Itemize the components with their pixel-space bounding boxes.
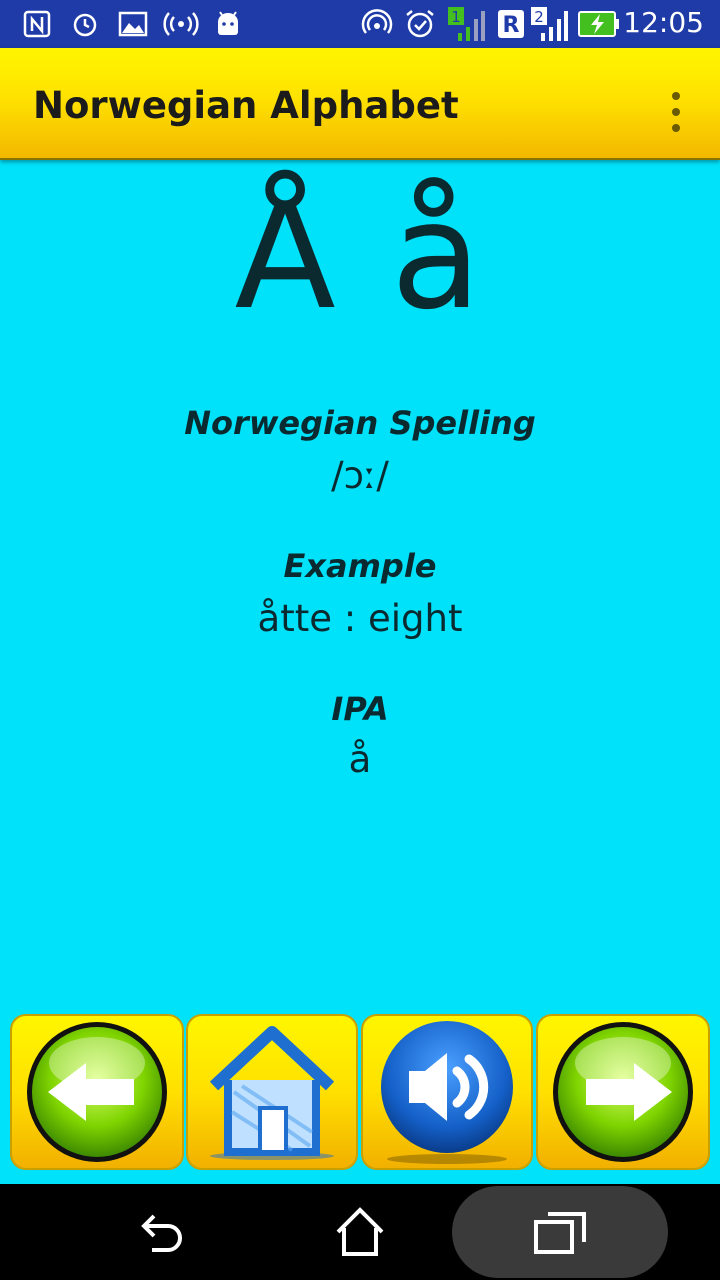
- hotspot-icon: [162, 8, 200, 40]
- home-nav-icon[interactable]: [332, 1204, 388, 1260]
- back-icon[interactable]: [132, 1204, 188, 1260]
- example-value: åtte : eight: [257, 597, 463, 640]
- nfc-ring-icon: [360, 8, 394, 40]
- sim1-label: 1: [451, 8, 461, 26]
- speaker-icon: [381, 1021, 513, 1164]
- example-label: Example: [283, 547, 437, 585]
- page-title: Norwegian Alphabet: [33, 84, 459, 127]
- clock: 12:05: [623, 6, 704, 39]
- status-bar: 1 R 2 12:05: [0, 0, 720, 48]
- alarm-clock-icon: [68, 8, 102, 40]
- sim2-label: 2: [534, 8, 544, 26]
- app-bar: Norwegian Alphabet: [0, 48, 720, 160]
- home-icon: [209, 1026, 335, 1160]
- letter-display: Å å: [234, 170, 486, 342]
- android-icon: [212, 8, 244, 40]
- overflow-menu-icon[interactable]: [664, 92, 688, 132]
- signal-sim1-icon: 1: [446, 7, 486, 41]
- roaming-label: R: [503, 13, 520, 38]
- battery-charging-icon: [578, 8, 620, 40]
- image-icon: [116, 8, 150, 40]
- roaming-icon: R: [496, 8, 526, 40]
- home-button[interactable]: [186, 1014, 358, 1170]
- right-arrow-icon: [553, 1022, 693, 1162]
- nfc-icon: [20, 8, 54, 40]
- alarm-active-icon: [402, 8, 438, 40]
- ipa-label: IPA: [331, 690, 389, 728]
- signal-sim2-icon: 2: [528, 7, 570, 41]
- recents-icon[interactable]: [532, 1204, 588, 1260]
- next-button[interactable]: [536, 1014, 710, 1170]
- left-arrow-icon: [27, 1022, 167, 1162]
- ipa-value: å: [348, 738, 372, 781]
- previous-button[interactable]: [10, 1014, 184, 1170]
- spelling-value: /ɔː/: [331, 454, 389, 497]
- play-sound-button[interactable]: [361, 1014, 533, 1170]
- spelling-label: Norwegian Spelling: [184, 404, 536, 442]
